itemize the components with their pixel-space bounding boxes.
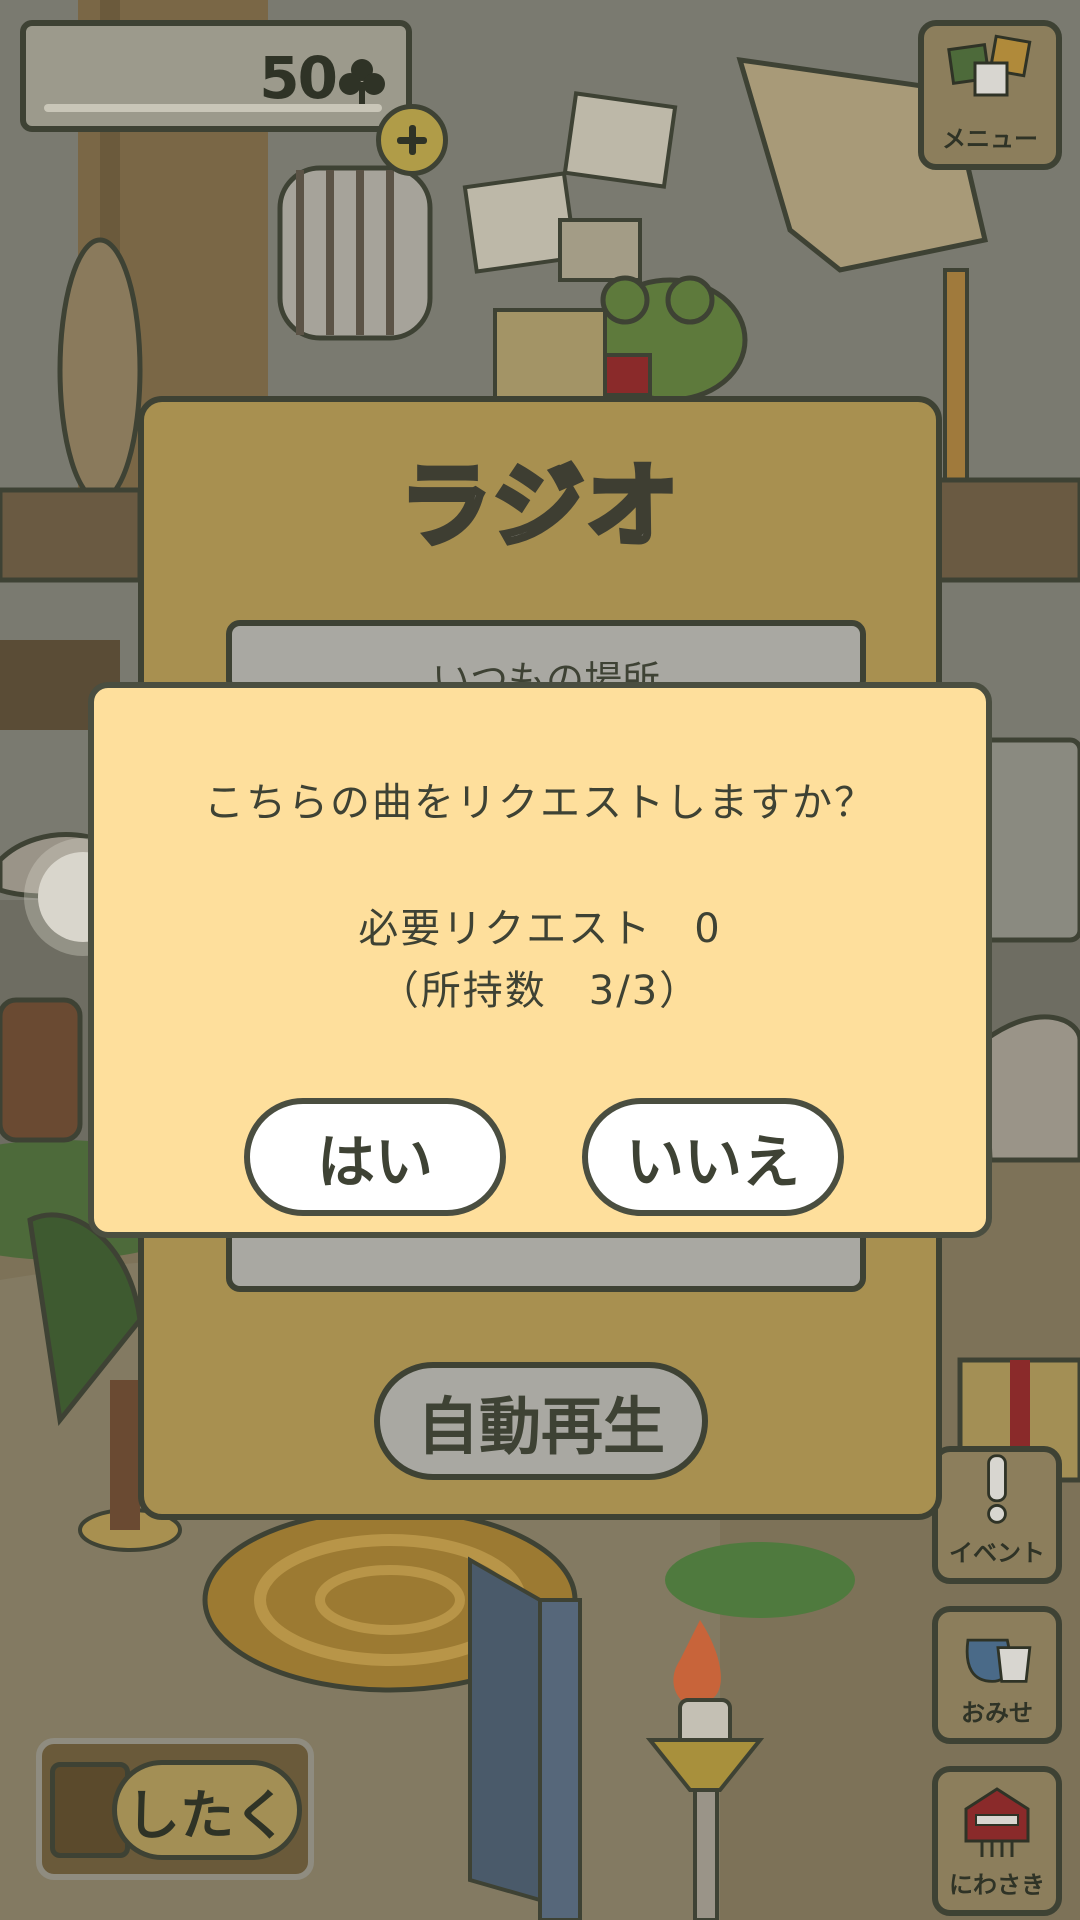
- menu-cards-icon: [947, 34, 1032, 97]
- prepare-button[interactable]: したく: [36, 1738, 314, 1880]
- menu-button[interactable]: メニュー: [918, 20, 1062, 170]
- event-label: イベント: [949, 1539, 1045, 1567]
- yes-label: はい: [316, 1128, 433, 1196]
- mailbox-icon: [964, 1787, 1030, 1857]
- autoplay-label: 自動再生: [416, 1390, 665, 1463]
- log-body: したく: [112, 1760, 302, 1860]
- garden-label: にわさき: [949, 1871, 1045, 1899]
- required-requests: 必要リクエスト 0: [358, 906, 722, 952]
- shop-button[interactable]: おみせ: [932, 1606, 1062, 1744]
- request-confirm-dialog: こちらの曲をリクエストしますか？ 必要リクエスト 0 （所持数 3/3） はい …: [88, 682, 992, 1238]
- clover-icon: [339, 59, 385, 106]
- event-button[interactable]: イベント: [932, 1446, 1062, 1584]
- owned-requests: （所持数 3/3）: [378, 968, 702, 1014]
- menu-label: メニュー: [942, 125, 1038, 153]
- radio-title: ラジオ: [397, 451, 681, 563]
- counter-shine: [44, 104, 382, 112]
- shop-label: おみせ: [961, 1699, 1033, 1727]
- clover-counter: 50: [20, 20, 412, 132]
- clover-count: 50: [259, 44, 338, 112]
- shop-bags-icon: [965, 1638, 1032, 1683]
- add-clover-button[interactable]: [376, 104, 448, 176]
- yes-button[interactable]: はい: [244, 1098, 506, 1216]
- dialog-question: こちらの曲をリクエストしますか？: [204, 780, 876, 826]
- autoplay-button[interactable]: 自動再生: [374, 1362, 708, 1480]
- no-label: いいえ: [625, 1128, 800, 1196]
- exclamation-icon: [987, 1454, 1007, 1524]
- no-button[interactable]: いいえ: [582, 1098, 844, 1216]
- prepare-label: したく: [126, 1783, 288, 1847]
- garden-button[interactable]: にわさき: [932, 1766, 1062, 1916]
